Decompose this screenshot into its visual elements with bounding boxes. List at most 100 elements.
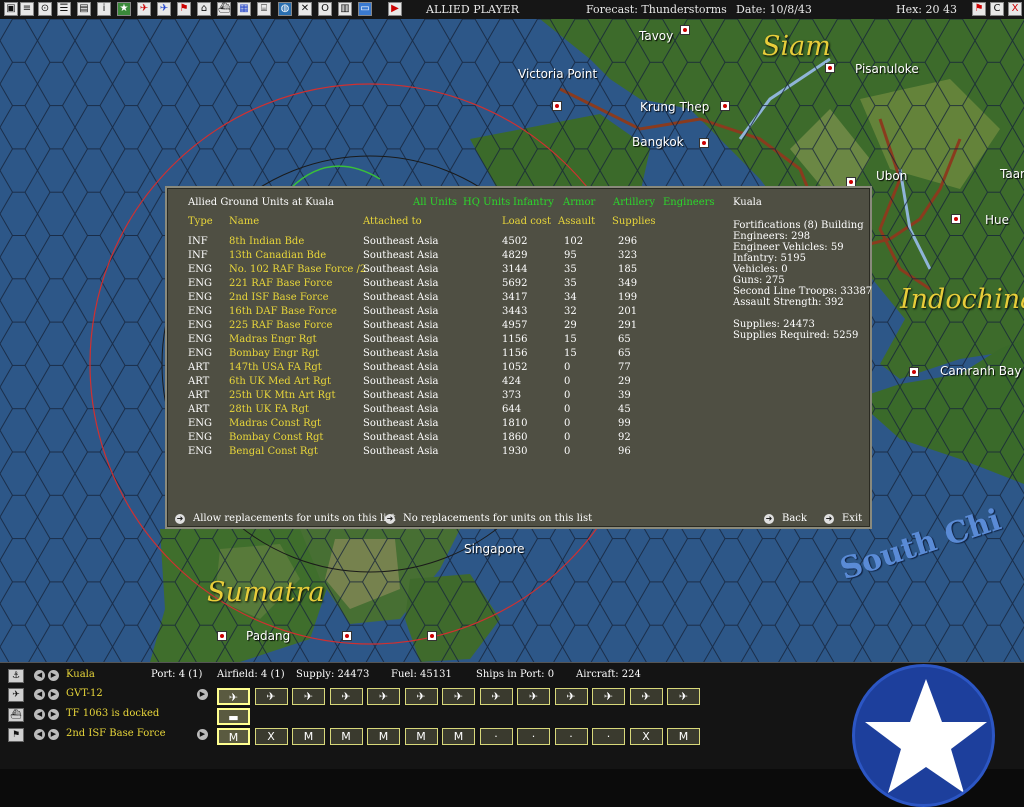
filter-artillery[interactable]: Artillery	[613, 197, 655, 208]
air-unit-slot[interactable]: ✈	[479, 688, 513, 705]
ground-unit-slot[interactable]: M	[404, 728, 438, 745]
end-turn-icon[interactable]: ⚑	[972, 2, 986, 16]
aircraft-blue-icon[interactable]: ✈	[157, 2, 171, 16]
op-icon[interactable]: O	[318, 2, 332, 16]
ground-unit-slot[interactable]: M	[442, 728, 475, 745]
air-unit-slot[interactable]: ✈	[329, 688, 363, 705]
flag-icon[interactable]: ⚑	[177, 2, 191, 16]
city-marker[interactable]	[951, 214, 961, 224]
ground-unit-name[interactable]: 2nd ISF Base Force	[66, 728, 166, 739]
unit-name[interactable]: 221 RAF Base Force	[229, 278, 332, 289]
city-marker[interactable]	[217, 631, 227, 641]
anchor-icon[interactable]: ▣	[4, 2, 18, 16]
ground-unit-slot[interactable]: M	[367, 728, 400, 745]
anchor-icon[interactable]: ⚓	[8, 669, 24, 683]
column-attached-to[interactable]: Attached to	[363, 216, 422, 227]
plane-icon[interactable]: ⌂	[197, 2, 211, 16]
air-unit-slot[interactable]: ✈	[404, 688, 438, 705]
ground-unit-slot[interactable]: M	[667, 728, 700, 745]
info-icon[interactable]: i	[97, 2, 111, 16]
task-force-name[interactable]: TF 1063 is docked	[66, 708, 159, 719]
column-type[interactable]: Type	[188, 216, 213, 227]
ground-unit-slot[interactable]: ·	[517, 728, 550, 745]
air-unit-slot[interactable]: ✈	[592, 688, 625, 705]
grid-icon[interactable]: ▦	[237, 2, 251, 16]
next-icon[interactable]: ▶	[48, 689, 59, 700]
ground-unit-slot[interactable]: M	[292, 728, 325, 745]
column-supplies[interactable]: Supplies	[612, 216, 656, 227]
unit-row[interactable]: ART 25th UK Mtn Art Rgt Southeast Asia 373 0…	[167, 390, 727, 404]
unit-row[interactable]: ENG Bengal Const Rgt Southeast Asia 1930 0 96	[167, 446, 727, 460]
unit-name[interactable]: No. 102 RAF Base Force /2	[229, 264, 366, 275]
unit-row[interactable]: ENG Madras Engr Rgt Southeast Asia 1156 15 65	[167, 334, 727, 348]
prev-icon[interactable]: ◀	[34, 670, 45, 681]
document-icon[interactable]: ≡	[20, 2, 34, 16]
unit-name[interactable]: 25th UK Mtn Art Rgt	[229, 390, 335, 401]
unit-name[interactable]: 28th UK FA Rgt	[229, 404, 309, 415]
allow-replacements-button[interactable]: ➜ Allow replacements for units on this li…	[175, 513, 396, 524]
prev-icon[interactable]: ◀	[34, 729, 45, 740]
ground-unit-slot[interactable]: ·	[554, 728, 588, 745]
unit-row[interactable]: ENG 225 RAF Base Force Southeast Asia 4957 2…	[167, 320, 727, 334]
filter-armor[interactable]: Armor	[563, 197, 595, 208]
ground-unit-slot[interactable]: ·	[479, 728, 513, 745]
air-list-arrow-icon[interactable]: ▶	[197, 689, 208, 700]
unit-name[interactable]: 2nd ISF Base Force	[229, 292, 329, 303]
air-group-name[interactable]: GVT-12	[66, 688, 103, 699]
city-marker[interactable]	[909, 367, 919, 377]
city-marker[interactable]	[427, 631, 437, 641]
tools-icon[interactable]: ✕	[298, 2, 312, 16]
screen-icon[interactable]: ▭	[358, 2, 372, 16]
unit-row[interactable]: INF 8th Indian Bde Southeast Asia 4502 102 29…	[167, 236, 727, 250]
air-unit-slot[interactable]: ✈	[254, 688, 288, 705]
air-unit-slot[interactable]: ✈	[292, 688, 325, 705]
column-name[interactable]: Name	[229, 216, 259, 227]
air-unit-slot[interactable]: ✈	[517, 688, 550, 705]
unit-name[interactable]: Madras Const Rgt	[229, 418, 321, 429]
ship-icon[interactable]: ⛴	[8, 708, 24, 722]
unit-row[interactable]: ENG Madras Const Rgt Southeast Asia 1810 0 99	[167, 418, 727, 432]
air-unit-slot[interactable]: ✈	[442, 688, 475, 705]
play-icon[interactable]: ▶	[388, 2, 402, 16]
unit-row[interactable]: ENG 221 RAF Base Force Southeast Asia 5692 3…	[167, 278, 727, 292]
unit-row[interactable]: ART 147th USA FA Rgt Southeast Asia 1052 0 77	[167, 362, 727, 376]
unit-row[interactable]: ART 28th UK FA Rgt Southeast Asia 644 0 45	[167, 404, 727, 418]
unit-row[interactable]: ENG 2nd ISF Base Force Southeast Asia 3417 3…	[167, 292, 727, 306]
unit-name[interactable]: 16th DAF Base Force	[229, 306, 337, 317]
back-button[interactable]: ➜ Back	[764, 513, 807, 524]
filter-infantry[interactable]: Infantry	[513, 197, 554, 208]
city-marker[interactable]	[825, 63, 835, 73]
task-force-slot[interactable]: ▬	[217, 708, 250, 725]
next-icon[interactable]: ▶	[48, 729, 59, 740]
city-marker[interactable]	[552, 101, 562, 111]
globe-icon[interactable]: ◍	[278, 2, 292, 16]
air-unit-slot[interactable]: ✈	[217, 688, 250, 705]
group-icon[interactable]: ⊙	[38, 2, 52, 16]
air-unit-slot[interactable]: ✈	[367, 688, 400, 705]
unit-name[interactable]: 147th USA FA Rgt	[229, 362, 322, 373]
city-marker[interactable]	[699, 138, 709, 148]
c-button[interactable]: C	[990, 2, 1004, 16]
close-button[interactable]: X	[1008, 2, 1022, 16]
column-load-cost[interactable]: Load cost	[502, 216, 551, 227]
unit-name[interactable]: 8th Indian Bde	[229, 236, 304, 247]
list-icon[interactable]: ☰	[57, 2, 71, 16]
ground-list-arrow-icon[interactable]: ▶	[197, 729, 208, 740]
ground-unit-slot[interactable]: M	[217, 728, 250, 745]
prev-icon[interactable]: ◀	[34, 689, 45, 700]
unit-name[interactable]: 6th UK Med Art Rgt	[229, 376, 331, 387]
city-marker[interactable]	[680, 25, 690, 35]
unit-name[interactable]: Bengal Const Rgt	[229, 446, 318, 457]
aircraft-red-icon[interactable]: ✈	[137, 2, 151, 16]
base-icon[interactable]: ⌸	[257, 2, 271, 16]
no-replacements-button[interactable]: ➜ No replacements for units on this list	[385, 513, 592, 524]
unit-name[interactable]: 225 RAF Base Force	[229, 320, 332, 331]
airplane-icon[interactable]: ✈	[8, 688, 24, 702]
unit-name[interactable]: Madras Engr Rgt	[229, 334, 317, 345]
unit-name[interactable]: 13th Canadian Bde	[229, 250, 326, 261]
unit-row[interactable]: INF 13th Canadian Bde Southeast Asia 4829 95…	[167, 250, 727, 264]
unit-row[interactable]: ENG 16th DAF Base Force Southeast Asia 3443…	[167, 306, 727, 320]
city-marker[interactable]	[342, 631, 352, 641]
star-icon[interactable]: ★	[117, 2, 131, 16]
table-icon[interactable]: ▥	[338, 2, 352, 16]
